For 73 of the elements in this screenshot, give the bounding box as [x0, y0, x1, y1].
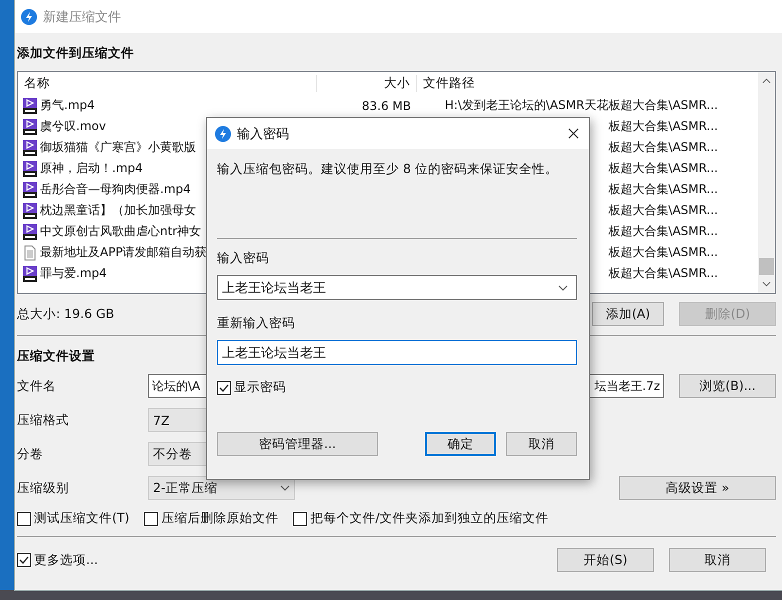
video-file-icon [22, 98, 38, 114]
file-name[interactable]: 中文原创古风歌曲虐心ntr神女 [40, 223, 202, 240]
file-path: 板超大合集\ASMR... [608, 245, 718, 259]
video-file-icon [22, 266, 38, 282]
field-label: 压缩级别 [17, 480, 70, 496]
file-name[interactable]: 御坂猫猫《广寒宫》小黄歌版 [40, 139, 196, 156]
field-label: 重新输入密码 [217, 315, 296, 332]
password-manager-button[interactable]: 密码管理器... [217, 432, 378, 456]
column-header[interactable]: 名称 [18, 74, 317, 92]
chevron-down-icon [280, 485, 290, 491]
file-path: 板超大合集\ASMR... [608, 182, 718, 196]
field-label: 文件名 [17, 378, 57, 394]
app-logo-icon [215, 126, 231, 142]
checkbox-label: 显示密码 [234, 379, 286, 396]
video-file-icon [22, 224, 38, 240]
password-combobox[interactable]: 上老王论坛当老王 [217, 275, 577, 300]
file-name[interactable]: 勇气.mp4 [40, 97, 95, 114]
file-path: 板超大合集\ASMR... [608, 266, 718, 280]
checkbox[interactable] [17, 553, 31, 567]
file-path: 板超大合集\ASMR... [608, 224, 718, 238]
scroll-up-icon[interactable] [762, 78, 771, 84]
scroll-thumb[interactable] [759, 258, 774, 275]
checkbox[interactable] [293, 512, 308, 526]
file-path: 板超大合集\ASMR... [608, 119, 718, 133]
app-logo-icon [21, 8, 37, 24]
ok-button[interactable]: 确定 [425, 432, 496, 456]
file-size: 83.6 MB [362, 98, 411, 112]
column-header[interactable]: 文件路径 [417, 74, 737, 92]
password-field[interactable]: 上老王论坛当老王 [217, 340, 577, 365]
file-path: 板超大合集\ASMR... [608, 203, 718, 217]
video-file-icon [22, 140, 38, 156]
checkbox[interactable] [17, 512, 31, 526]
file-name[interactable]: 枕边黑童话】（加长加强母女 [40, 202, 196, 219]
advanced-settings-button[interactable]: 高级设置 » [619, 476, 776, 500]
browse-button[interactable]: 浏览(B)... [679, 374, 776, 398]
checkbox-label: 更多选项... [34, 552, 98, 568]
file-name[interactable]: 岳彤合音—母狗肉便器.mp4 [40, 181, 191, 198]
scrollbar[interactable] [758, 72, 775, 293]
file-path: 板超大合集\ASMR... [608, 140, 718, 154]
video-file-icon [22, 202, 38, 218]
window-title: 新建压缩文件 [43, 8, 121, 26]
cancel-button[interactable]: 取消 [506, 432, 577, 456]
checkbox[interactable] [217, 380, 231, 394]
text-file-icon [22, 244, 38, 260]
file-path: 板超大合集\ASMR... [608, 161, 718, 175]
dialog-title: 输入密码 [237, 126, 289, 142]
checkbox-label: 压缩后删除原始文件 [161, 510, 278, 527]
section-heading: 压缩文件设置 [17, 348, 95, 365]
file-name[interactable]: 虞兮叹.mov [40, 118, 106, 135]
file-name[interactable]: 原神，启动！.mp4 [40, 160, 143, 177]
checkbox-label: 测试压缩文件(T) [34, 510, 130, 527]
video-file-icon [22, 160, 38, 176]
dialog-description: 输入压缩包密码。建议使用至少 8 位的密码来保证安全性。 [217, 161, 559, 178]
checkbox[interactable] [144, 512, 158, 526]
dialog-button[interactable]: 取消 [669, 548, 766, 572]
video-file-icon [22, 182, 38, 198]
column-header[interactable]: 大小 [317, 74, 417, 92]
field-label: 输入密码 [217, 250, 270, 267]
close-icon[interactable] [568, 128, 579, 139]
file-name[interactable]: 罪与爱.mp4 [40, 265, 107, 282]
field-label: 压缩格式 [17, 412, 70, 428]
section-heading: 添加文件到压缩文件 [17, 45, 134, 62]
chevron-down-icon [558, 284, 568, 290]
checkbox-label: 把每个文件/文件夹添加到独立的压缩文件 [310, 510, 549, 527]
file-path: H:\发到老王论坛的\ASMR天花板超大合集\ASMR... [444, 98, 718, 112]
movie-file-icon [22, 118, 38, 134]
level-dropdown[interactable]: 2-正常压缩 [148, 476, 295, 500]
list-action-button[interactable]: 添加(A) [592, 302, 664, 326]
file-name[interactable]: 最新地址及APP请发邮箱自动获 [40, 244, 207, 261]
field-label: 分卷 [17, 446, 44, 462]
total-size: 总大小: 19.6 GB [17, 306, 114, 322]
dialog-button[interactable]: 开始(S) [557, 548, 654, 572]
scroll-down-icon[interactable] [762, 281, 771, 287]
